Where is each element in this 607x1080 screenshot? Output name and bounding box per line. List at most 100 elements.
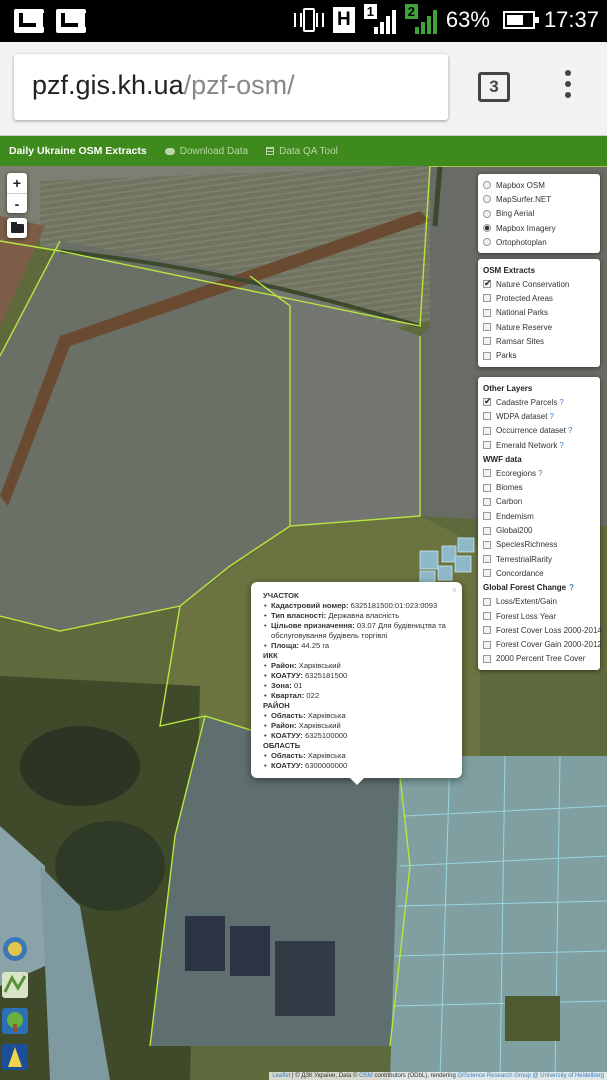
- help-icon[interactable]: ?: [559, 398, 563, 407]
- base-layer-option[interactable]: MapSurfer.NET: [483, 192, 595, 206]
- osm-extract-option[interactable]: Nature Conservation: [483, 277, 595, 291]
- popup-attribute: Зона: 01: [264, 681, 450, 691]
- wwf-layer-option[interactable]: Ecoregions?: [483, 466, 595, 480]
- giscience-link[interactable]: GIScience Research Group @ University of…: [458, 1073, 605, 1079]
- zoom-in-button[interactable]: +: [7, 173, 27, 193]
- map-view[interactable]: + - Mapbox OSM MapSurfer.NET Bing Aerial Ma…: [0, 166, 607, 1080]
- radio-button[interactable]: [483, 238, 491, 247]
- network-type-badge: H: [332, 7, 355, 33]
- radio-button[interactable]: [483, 224, 491, 233]
- other-layer-option[interactable]: WDPA dataset?: [483, 409, 595, 423]
- layer-label: Mapbox Imagery: [496, 223, 556, 233]
- checkbox[interactable]: [483, 526, 491, 535]
- wwf-layer-option[interactable]: Endemism: [483, 509, 595, 523]
- wwf-layer-option[interactable]: Global200: [483, 523, 595, 537]
- other-layer-option[interactable]: Emerald Network?: [483, 438, 595, 452]
- layer-label: Endemism: [496, 511, 534, 521]
- app-title[interactable]: Daily Ukraine OSM Extracts: [9, 145, 147, 157]
- layer-label: Nature Reserve: [496, 322, 553, 332]
- osm-extract-option[interactable]: Protected Areas: [483, 291, 595, 305]
- help-icon[interactable]: ?: [569, 583, 574, 592]
- checkbox[interactable]: [483, 540, 491, 549]
- wwf-layer-option[interactable]: Carbon: [483, 495, 595, 509]
- checkbox[interactable]: [483, 640, 491, 649]
- checkbox[interactable]: [483, 612, 491, 620]
- popup-attribute: Кадастровий номер: 6325181500:01:023:009…: [264, 601, 450, 611]
- checkbox[interactable]: [483, 569, 491, 578]
- checkbox[interactable]: [483, 441, 491, 450]
- help-icon[interactable]: ?: [559, 441, 563, 450]
- osm-extract-option[interactable]: Ramsar Sites: [483, 334, 595, 348]
- osm-extract-option[interactable]: Nature Reserve: [483, 320, 595, 334]
- base-layers-panel: Mapbox OSM MapSurfer.NET Bing Aerial Mapbox…: [478, 174, 600, 254]
- base-layer-option[interactable]: Ortophotoplan: [483, 235, 595, 249]
- help-icon[interactable]: ?: [538, 469, 542, 478]
- popup-section-heading: РАЙОН: [263, 701, 290, 710]
- checkbox[interactable]: [483, 426, 491, 435]
- other-layer-option[interactable]: Cadastre Parcels?: [483, 395, 595, 409]
- map-logo-icon[interactable]: [0, 970, 30, 1000]
- emblem-logo-icon[interactable]: [0, 1042, 30, 1072]
- layer-label: Forest Cover Gain 2000-2012: [496, 640, 602, 650]
- checkbox[interactable]: [483, 597, 491, 606]
- leaflet-link[interactable]: Leaflet: [272, 1073, 290, 1079]
- wwf-layer-option[interactable]: SpeciesRichness: [483, 538, 595, 552]
- layer-label: 2000 Percent Tree Cover: [496, 654, 586, 664]
- overflow-menu-icon[interactable]: [558, 70, 578, 104]
- layer-label: WDPA dataset: [496, 411, 548, 421]
- checkbox[interactable]: [483, 337, 491, 346]
- forest-change-option[interactable]: Loss/Extent/Gain: [483, 595, 595, 609]
- checkbox[interactable]: [483, 555, 491, 564]
- wwf-layer-option[interactable]: Concordance: [483, 566, 595, 580]
- battery-percent: 63%: [445, 7, 490, 32]
- checkbox[interactable]: [483, 483, 491, 492]
- osm-extracts-panel: OSM Extracts Nature Conservation Protected…: [478, 259, 600, 367]
- radio-button[interactable]: [483, 195, 491, 204]
- checkbox[interactable]: [483, 512, 491, 521]
- radio-button[interactable]: [483, 181, 491, 190]
- checkbox[interactable]: [483, 412, 491, 421]
- address-bar[interactable]: pzf.gis.kh.ua/pzf-osm/: [14, 54, 448, 120]
- checkbox[interactable]: [483, 497, 491, 506]
- checkbox[interactable]: [483, 323, 491, 332]
- parcel-info-popup: × УЧАСТОККадастровий номер: 6325181500:0…: [251, 582, 462, 785]
- wwf-layer-option[interactable]: Biomes: [483, 480, 595, 494]
- open-file-button[interactable]: [7, 218, 27, 238]
- checkbox[interactable]: [483, 626, 491, 635]
- checkbox[interactable]: [483, 469, 491, 478]
- zoom-control: + -: [7, 173, 27, 213]
- layer-label: Ortophotoplan: [496, 237, 547, 247]
- base-layer-option[interactable]: Bing Aerial: [483, 207, 595, 221]
- checkbox[interactable]: [483, 654, 491, 663]
- checkbox[interactable]: [483, 351, 491, 360]
- wwf-data-title: WWF data: [483, 454, 522, 464]
- popup-attribute-list: Район: ХарківськийКОАТУУ: 6325181500Зона…: [263, 661, 450, 701]
- data-qa-tool-link[interactable]: Data QA Tool: [266, 146, 338, 157]
- checkbox[interactable]: [483, 308, 491, 317]
- checkbox[interactable]: [483, 278, 492, 289]
- osm-extract-option[interactable]: National Parks: [483, 306, 595, 320]
- forest-change-option[interactable]: Forest Cover Gain 2000-2012: [483, 637, 602, 651]
- zoom-out-button[interactable]: -: [7, 193, 27, 213]
- osm-extract-option[interactable]: Parks: [483, 348, 595, 362]
- checkbox[interactable]: [483, 396, 492, 407]
- radio-button[interactable]: [483, 209, 491, 218]
- forest-change-option[interactable]: 2000 Percent Tree Cover: [483, 652, 595, 666]
- forest-change-option[interactable]: Forest Cover Loss 2000-2014: [483, 623, 602, 637]
- checkbox[interactable]: [483, 294, 491, 303]
- globe-logo-icon[interactable]: [0, 934, 30, 964]
- help-icon[interactable]: ?: [549, 412, 553, 421]
- gmail-notification-icon: [14, 9, 47, 33]
- help-icon[interactable]: ?: [568, 426, 572, 435]
- forest-change-option[interactable]: Forest Loss Year: [483, 609, 595, 623]
- base-layer-option[interactable]: Mapbox Imagery: [483, 221, 595, 235]
- tab-switcher-button[interactable]: 3: [478, 72, 510, 102]
- popup-attribute-list: Область: ХарківськаКОАТУУ: 6300000000: [263, 751, 450, 771]
- wwf-layer-option[interactable]: TerrestrialRarity: [483, 552, 595, 566]
- base-layer-option[interactable]: Mapbox OSM: [483, 178, 595, 192]
- tree-logo-icon[interactable]: [0, 1006, 30, 1036]
- download-data-link[interactable]: Download Data: [164, 146, 248, 157]
- popup-close-button[interactable]: ×: [452, 585, 457, 595]
- osm-link[interactable]: OSM: [359, 1073, 373, 1079]
- other-layer-option[interactable]: Occurrence dataset?: [483, 424, 595, 438]
